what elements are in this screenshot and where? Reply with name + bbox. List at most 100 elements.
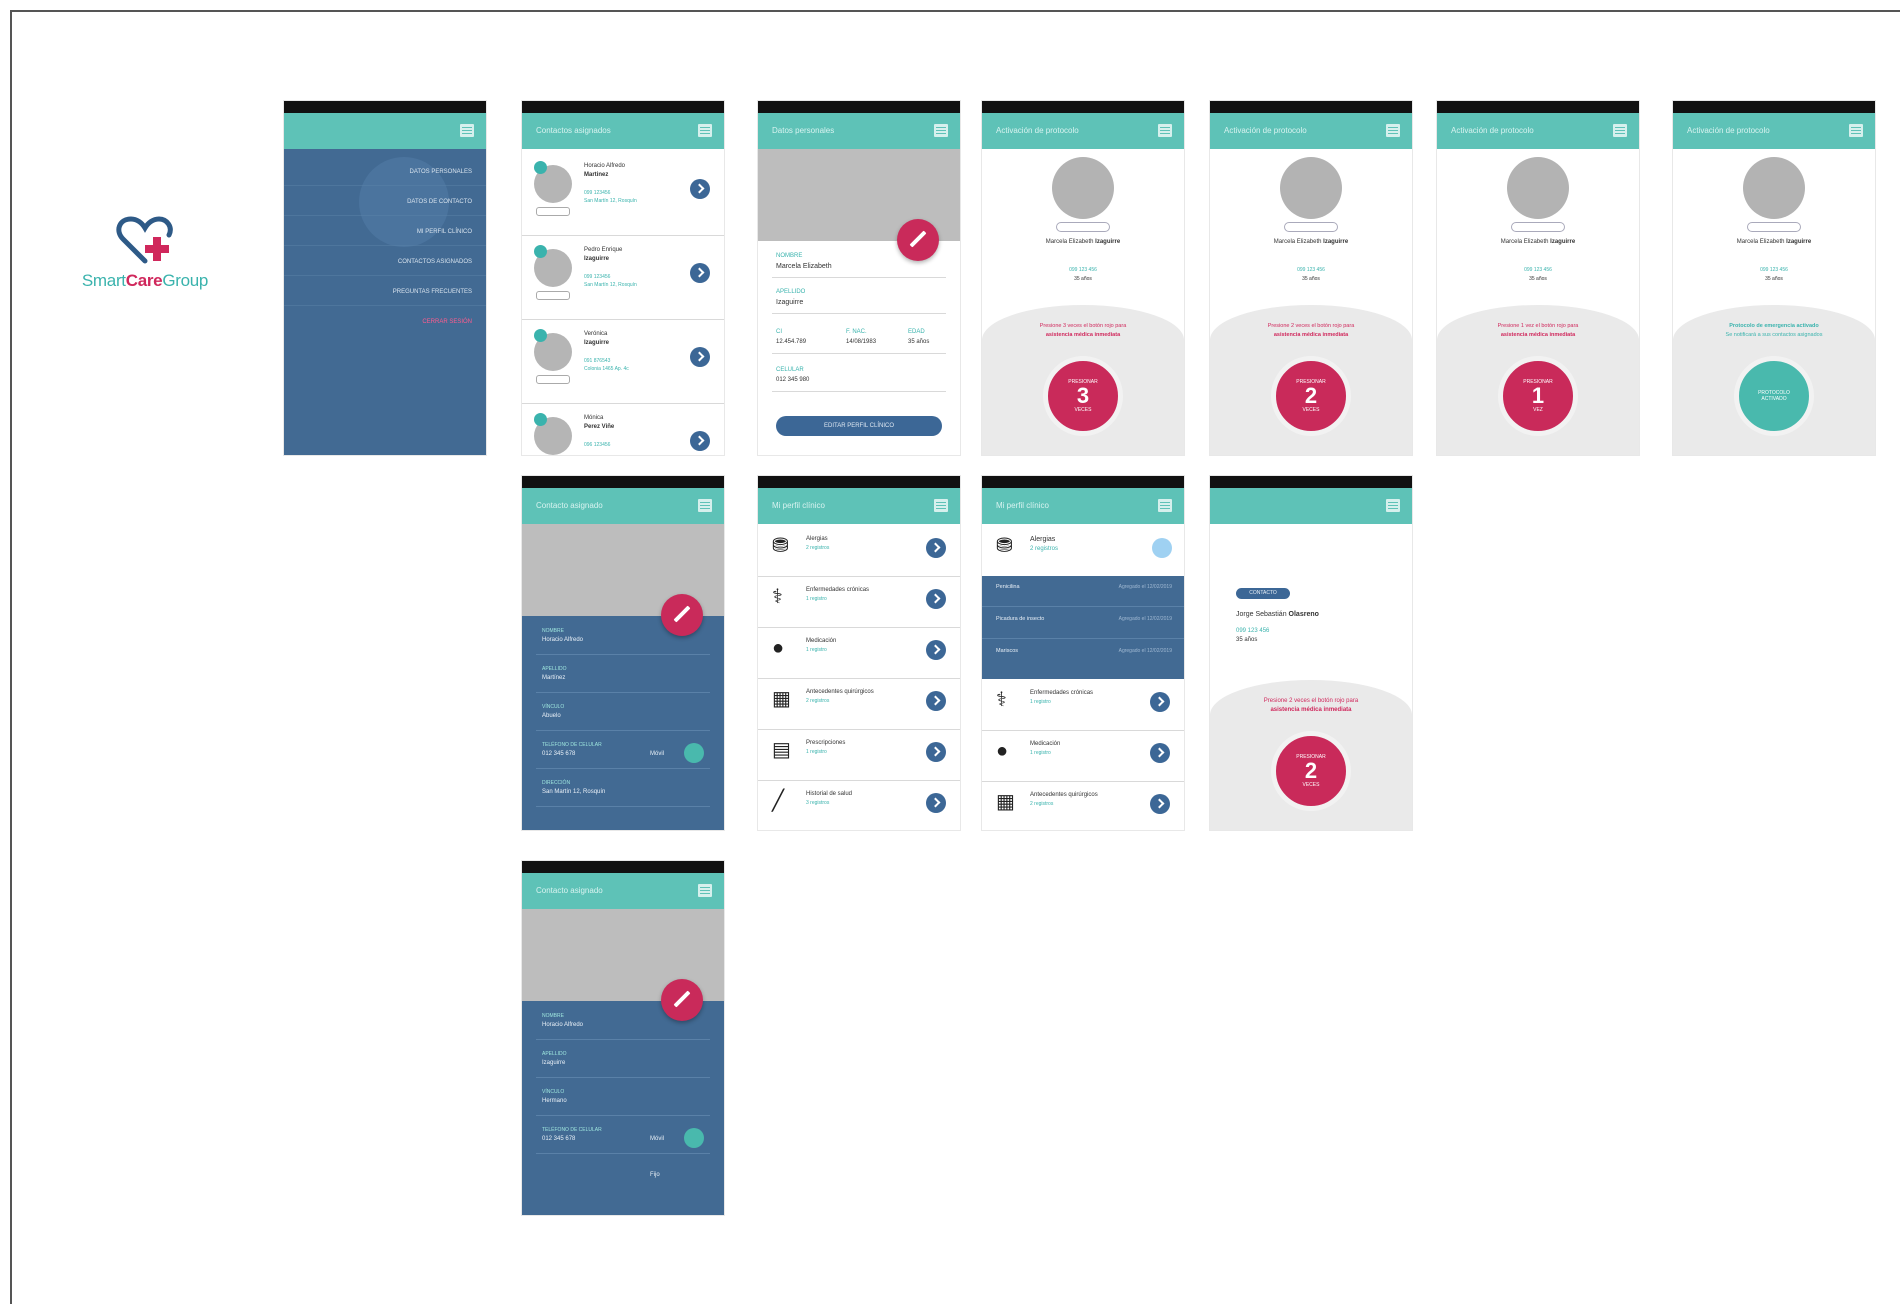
field-value[interactable]: Izaguirre <box>542 1060 565 1066</box>
field-label: NOMBRE <box>542 628 564 634</box>
chevron-right-icon[interactable] <box>1150 692 1170 712</box>
user-tag <box>1747 222 1801 232</box>
phone-type[interactable]: Móvil <box>650 1136 664 1142</box>
user-name: Marcela Elizabeth Izaguirre <box>982 239 1184 245</box>
syringe-icon: ╱ <box>772 790 785 812</box>
user-tag <box>1056 222 1110 232</box>
menu-screen: DATOS PERSONALES DATOS DE CONTACTO MI PERF… <box>284 101 486 455</box>
allergy-date: Agregado el 12/02/2019 <box>1118 616 1172 622</box>
menu-icon[interactable] <box>1849 124 1863 137</box>
phone-value[interactable]: 012 345 980 <box>776 377 809 383</box>
field-value[interactable]: 012 345 678 <box>542 1136 575 1142</box>
ci-value[interactable]: 12.454.789 <box>776 339 806 345</box>
status-bar <box>982 101 1184 113</box>
contact-phone[interactable]: 099 123456 <box>584 274 610 280</box>
chevron-right-icon[interactable] <box>690 263 710 283</box>
item-sub: 2 registros <box>1030 546 1059 552</box>
item-sub: 3 registros <box>806 800 830 806</box>
screen-title: Activación de protocolo <box>1687 126 1770 135</box>
menu-icon[interactable] <box>934 124 948 137</box>
chevron-right-icon[interactable] <box>690 431 710 451</box>
add-phone-button[interactable] <box>684 743 704 763</box>
menu-icon[interactable] <box>698 499 712 512</box>
app-bar: Datos personales <box>758 113 960 149</box>
screen-title: Contactos asignados <box>536 126 611 135</box>
panic-button[interactable]: PRESIONAR 2 VECES <box>1271 731 1351 811</box>
chevron-right-icon[interactable] <box>690 347 710 367</box>
chevron-right-icon[interactable] <box>926 691 946 711</box>
field-value[interactable]: San Martín 12, Rosquín <box>542 789 605 795</box>
contact-last-name: Olasreno <box>1288 611 1319 618</box>
menu-icon[interactable] <box>1386 499 1400 512</box>
status-bar <box>284 101 486 113</box>
surname-value[interactable]: Izaguirre <box>776 299 803 306</box>
chevron-right-icon[interactable] <box>926 742 946 762</box>
user-phone[interactable]: 099 123 456 <box>1437 267 1639 273</box>
menu-item[interactable]: DATOS PERSONALES <box>410 169 472 175</box>
collapse-button[interactable] <box>1152 538 1172 558</box>
menu-icon[interactable] <box>460 124 474 137</box>
chevron-right-icon[interactable] <box>1150 794 1170 814</box>
menu-item[interactable]: CONTACTOS ASIGNADOS <box>398 259 472 265</box>
user-phone[interactable]: 099 123 456 <box>1673 267 1875 273</box>
menu-icon[interactable] <box>1386 124 1400 137</box>
user-last-name: Izaguirre <box>1786 239 1812 245</box>
field-value[interactable]: Horacio Alfredo <box>542 637 583 643</box>
chevron-right-icon[interactable] <box>1150 743 1170 763</box>
menu-icon[interactable] <box>934 499 948 512</box>
field-value[interactable]: Horacio Alfredo <box>542 1022 583 1028</box>
chevron-right-icon[interactable] <box>926 793 946 813</box>
list-divider <box>758 678 960 679</box>
contact-phone[interactable]: 091 876543 <box>584 358 610 364</box>
chevron-right-icon[interactable] <box>926 538 946 558</box>
landline-option[interactable]: Fijo <box>650 1172 660 1178</box>
item-sub: 2 registros <box>806 698 830 704</box>
user-phone[interactable]: 099 123 456 <box>1210 267 1412 273</box>
panic-button[interactable]: PRESIONAR 1 VEZ <box>1498 356 1578 436</box>
menu-item[interactable]: DATOS DE CONTACTO <box>407 199 472 205</box>
field-value[interactable]: Abuelo <box>542 713 561 719</box>
user-tag <box>1511 222 1565 232</box>
chevron-right-icon[interactable] <box>926 640 946 660</box>
allergy-name: Picadura de insecto <box>996 616 1045 622</box>
panic-button[interactable]: PRESIONAR 2 VECES <box>1271 356 1351 436</box>
contact-phone[interactable]: 099 123 456 <box>1236 628 1269 634</box>
menu-icon[interactable] <box>698 884 712 897</box>
field-value[interactable]: 012 345 678 <box>542 751 575 757</box>
edit-pencil-icon[interactable] <box>661 594 703 636</box>
panic-button[interactable]: PROTOCOLO ACTIVADO <box>1734 356 1814 436</box>
item-sub: 1 registro <box>806 596 827 602</box>
field-label: CELULAR <box>776 367 804 373</box>
menu-divider <box>284 275 486 276</box>
field-value[interactable]: Hermano <box>542 1098 567 1104</box>
user-phone[interactable]: 099 123 456 <box>982 267 1184 273</box>
phone-type[interactable]: Móvil <box>650 751 664 757</box>
menu-icon[interactable] <box>1158 124 1172 137</box>
contact-phone[interactable]: 096 123456 <box>584 442 610 448</box>
menu-icon[interactable] <box>1613 124 1627 137</box>
menu-item[interactable]: PREGUNTAS FRECUENTES <box>393 289 472 295</box>
add-phone-button[interactable] <box>684 1128 704 1148</box>
menu-icon[interactable] <box>698 124 712 137</box>
chevron-right-icon[interactable] <box>926 589 946 609</box>
user-name: Marcela Elizabeth Izaguirre <box>1673 239 1875 245</box>
menu-item[interactable]: CERRAR SESIÓN <box>422 319 472 325</box>
contact-phone[interactable]: 099 123456 <box>584 190 610 196</box>
edit-pencil-icon[interactable] <box>661 979 703 1021</box>
edit-clinical-profile-button[interactable]: EDITAR PERFIL CLÍNICO <box>776 416 942 436</box>
name-value[interactable]: Marcela Elizabeth <box>776 263 832 270</box>
menu-item[interactable]: MI PERFIL CLÍNICO <box>417 229 472 235</box>
panic-button[interactable]: PRESIONAR 3 VECES <box>1043 356 1123 436</box>
screen-title: Contacto asignado <box>536 501 603 510</box>
menu-icon[interactable] <box>1158 499 1172 512</box>
field-label: APELLIDO <box>542 666 567 672</box>
relation-tag <box>536 207 570 216</box>
alert-screen: CONTACTO Jorge Sebastián Olasreno 099 12… <box>1210 476 1412 830</box>
edit-pencil-icon[interactable] <box>897 219 939 261</box>
field-value[interactable]: Martínez <box>542 675 565 681</box>
birthdate-value[interactable]: 14/08/1983 <box>846 339 876 345</box>
chevron-right-icon[interactable] <box>690 179 710 199</box>
list-divider <box>522 319 724 320</box>
logo-wordmark: SmartCareGroup <box>81 271 209 290</box>
list-divider <box>982 781 1184 782</box>
